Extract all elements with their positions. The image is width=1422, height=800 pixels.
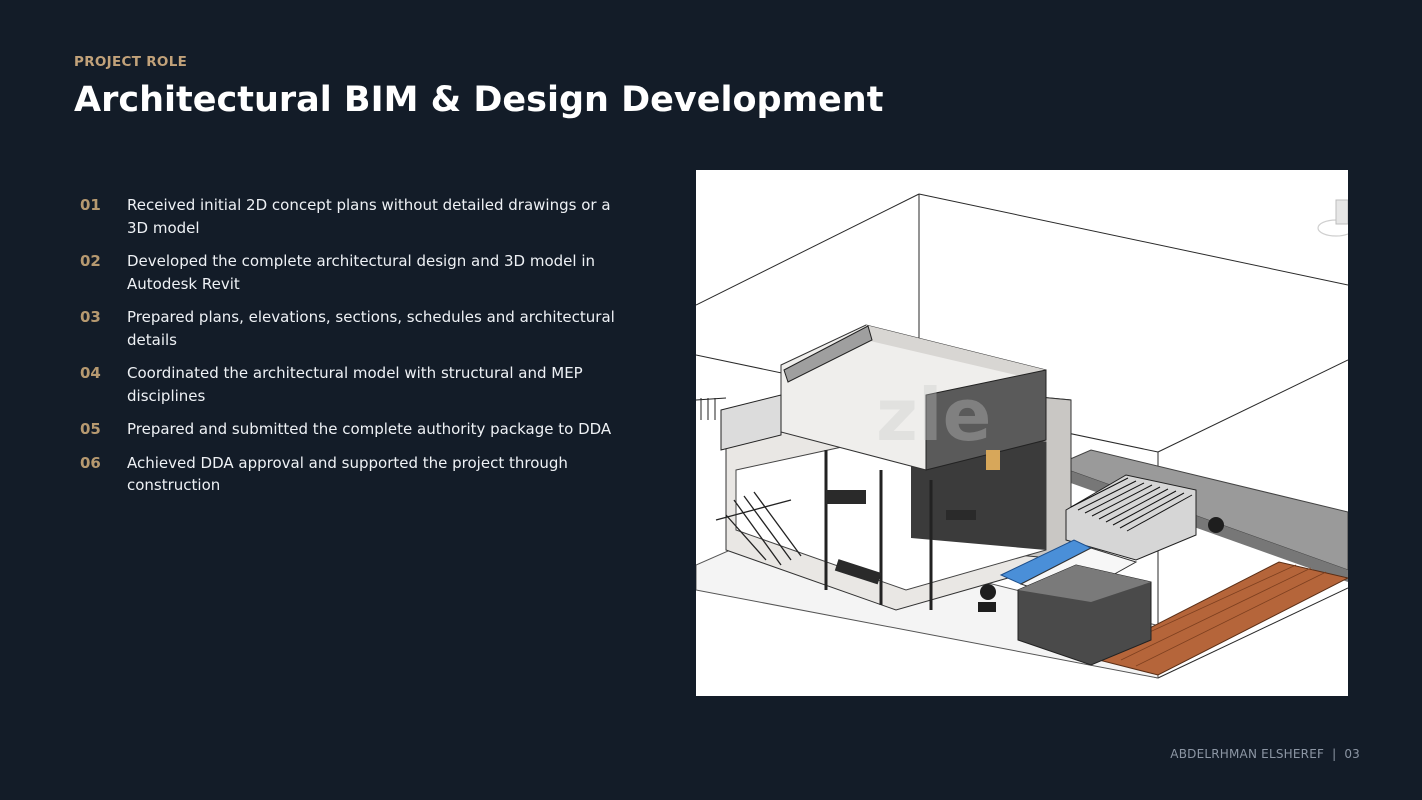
role-number: 06 (80, 453, 101, 472)
footer-separator: | (1332, 747, 1337, 761)
role-text: Prepared and submitted the complete auth… (127, 420, 612, 438)
role-number: 03 (80, 308, 101, 326)
role-item: 01 Received initial 2D concept plans wit… (80, 194, 625, 239)
role-number: 05 (80, 420, 101, 438)
page-title: Architectural BIM & Design Development (74, 80, 884, 120)
slide: PROJECT ROLE Architectural BIM & Design … (0, 0, 1422, 800)
role-item: 02 Developed the complete architectural … (80, 250, 625, 295)
role-number: 02 (80, 252, 101, 270)
footer: ABDELRHMAN ELSHEREF | 03 (1170, 747, 1360, 761)
watermark-graphic: zle (876, 373, 991, 457)
role-number: 04 (80, 364, 101, 382)
role-item: 05 Prepared and submitted the complete a… (80, 418, 625, 441)
role-text: Prepared plans, elevations, sections, sc… (127, 308, 615, 349)
role-item: 03 Prepared plans, elevations, sections,… (80, 306, 625, 351)
eyebrow-label: PROJECT ROLE (74, 54, 188, 70)
role-text: Developed the complete architectural des… (127, 252, 596, 293)
bim-model-image: zle (696, 170, 1348, 696)
role-item: 06 Achieved DDA approval and supported t… (80, 452, 625, 497)
footer-page-number: 03 (1344, 747, 1360, 761)
footer-author: ABDELRHMAN ELSHEREF (1170, 747, 1325, 761)
role-text: Received initial 2D concept plans withou… (127, 196, 611, 237)
role-list: 01 Received initial 2D concept plans wit… (80, 194, 625, 508)
role-text: Achieved DDA approval and supported the … (127, 453, 568, 495)
role-text: Coordinated the architectural model with… (127, 364, 583, 405)
role-item: 04 Coordinated the architectural model w… (80, 362, 625, 407)
role-number: 01 (80, 196, 101, 214)
isometric-house-model-illustration: zle (696, 193, 1348, 679)
view-cube-icon (1317, 199, 1348, 237)
